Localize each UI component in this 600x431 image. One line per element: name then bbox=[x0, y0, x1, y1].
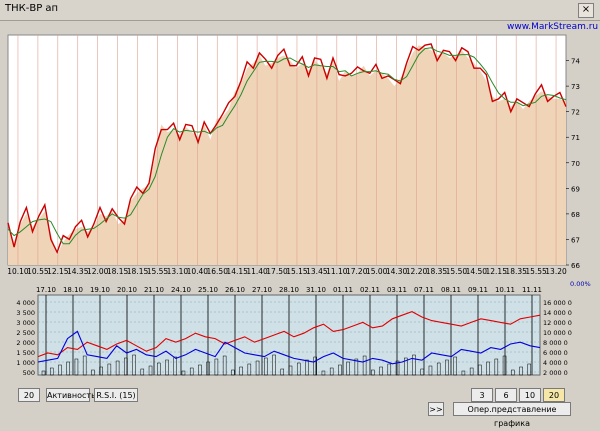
activity-button[interactable]: Активность bbox=[46, 388, 96, 402]
charts-svg: 74737271706968676610.1010.5512.1514.3512… bbox=[7, 34, 591, 377]
indicator-x-tick-label: 18.10 bbox=[63, 286, 83, 294]
indicator-x-tick-label: 28.10 bbox=[279, 286, 299, 294]
price-x-tick-label: 15.00 bbox=[366, 267, 388, 276]
price-x-tick-label: 15.55 bbox=[147, 267, 169, 276]
price-x-tick-label: 11.10 bbox=[326, 267, 348, 276]
price-y-tick-label: 70 bbox=[571, 160, 580, 168]
indicator-x-tick-label: 20.10 bbox=[117, 286, 137, 294]
price-x-tick-label: 13.45 bbox=[306, 267, 328, 276]
indicator-x-tick-label: 21.10 bbox=[144, 286, 164, 294]
price-x-tick-label: 18.35 bbox=[426, 267, 448, 276]
chart-window: ТНК-ВР ап × www.MarkStream.ru 74 73 72 71 70… bbox=[0, 0, 600, 428]
price-x-tick-label: 14.50 bbox=[466, 267, 488, 276]
price-x-tick-label: 18.15 bbox=[127, 267, 149, 276]
indicator-x-tick-label: 01.11 bbox=[333, 286, 353, 294]
rsi-button[interactable]: R.S.I. (15) bbox=[94, 388, 138, 402]
indicator-right-tick-label: 4 000 0 bbox=[543, 359, 568, 367]
price-y-tick-label: 68 bbox=[571, 211, 580, 219]
indicator-x-tick-label: 09.11 bbox=[468, 286, 488, 294]
indicator-right-tick-label: 2 000 0 bbox=[543, 369, 568, 377]
indicator-x-tick-label: 03.11 bbox=[387, 286, 407, 294]
scroll-forward-button[interactable]: >> bbox=[428, 402, 444, 416]
price-x-tick-label: 11.40 bbox=[246, 267, 268, 276]
price-x-tick-label: 16.50 bbox=[207, 267, 229, 276]
indicator-left-tick-label: 3 000 bbox=[16, 319, 35, 327]
price-x-tick-label: 13.20 bbox=[545, 267, 567, 276]
indicator-right-tick-label: 14 000 0 bbox=[543, 309, 572, 317]
price-x-tick-label: 14.15 bbox=[226, 267, 248, 276]
indicator-left-tick-label: 500 bbox=[23, 369, 35, 377]
price-y-tick-label: 66 bbox=[571, 262, 580, 270]
indicator-x-tick-label: 08.11 bbox=[441, 286, 461, 294]
indicator-x-tick-label: 17.10 bbox=[36, 286, 56, 294]
price-x-tick-label: 17.20 bbox=[346, 267, 368, 276]
period-field[interactable]: 20 bbox=[18, 388, 40, 402]
range-10-days-button[interactable]: 10 дн. bbox=[519, 388, 541, 414]
price-y-tick-label: 74 bbox=[571, 58, 580, 66]
indicator-x-tick-label: 25.10 bbox=[198, 286, 218, 294]
price-x-tick-label: 12.00 bbox=[87, 267, 109, 276]
price-x-tick-label: 18.15 bbox=[107, 267, 129, 276]
price-x-tick-label: 10.55 bbox=[27, 267, 49, 276]
price-y-tick-label: 69 bbox=[571, 185, 580, 193]
indicator-x-tick-label: 27.10 bbox=[252, 286, 272, 294]
indicator-left-tick-label: 1 000 bbox=[16, 359, 35, 367]
price-x-tick-label: 12.20 bbox=[406, 267, 428, 276]
price-x-tick-label: 10.40 bbox=[187, 267, 209, 276]
price-y-tick-label: 67 bbox=[571, 236, 580, 244]
operational-view-button[interactable]: Опер.представление графика bbox=[453, 402, 571, 428]
indicator-right-tick-label: 10 000 0 bbox=[543, 329, 572, 337]
indicator-x-tick-label: 10.11 bbox=[495, 286, 515, 294]
indicator-left-tick-label: 2 000 bbox=[16, 339, 35, 347]
indicator-left-tick-label: 2 500 bbox=[16, 329, 35, 337]
indicator-x-tick-label: 24.10 bbox=[171, 286, 191, 294]
price-x-tick-label: 18.35 bbox=[505, 267, 527, 276]
price-x-tick-label: 12.15 bbox=[486, 267, 508, 276]
range-3-days-button[interactable]: 3 дн. bbox=[471, 388, 493, 414]
indicator-x-tick-label: 07.11 bbox=[414, 286, 434, 294]
indicator-x-tick-label: 02.11 bbox=[360, 286, 380, 294]
price-y-tick-label: 72 bbox=[571, 109, 580, 117]
indicator-left-tick-label: 3 500 bbox=[16, 309, 35, 317]
price-x-tick-label: 10.10 bbox=[7, 267, 29, 276]
indicator-left-tick-label: 1 500 bbox=[16, 349, 35, 357]
price-x-tick-label: 14.35 bbox=[67, 267, 89, 276]
price-x-tick-label: 12.15 bbox=[47, 267, 69, 276]
price-y-tick-label: 71 bbox=[571, 134, 580, 142]
range-6-days-button[interactable]: 6 дн. bbox=[495, 388, 517, 414]
range-20-days-button[interactable]: 20 дн. bbox=[543, 388, 565, 414]
price-y-tick-label: 73 bbox=[571, 83, 580, 91]
price-x-tick-label: 15.55 bbox=[525, 267, 547, 276]
indicator-x-tick-label: 19.10 bbox=[90, 286, 110, 294]
percent-label: 0.00% bbox=[570, 280, 591, 288]
price-x-tick-label: 13.10 bbox=[167, 267, 189, 276]
indicator-right-tick-label: 12 000 0 bbox=[543, 319, 572, 327]
price-x-tick-label: 15.50 bbox=[446, 267, 468, 276]
indicator-x-tick-label: 31.10 bbox=[306, 286, 326, 294]
price-x-tick-label: 17.50 bbox=[266, 267, 288, 276]
indicator-left-tick-label: 4 000 bbox=[16, 299, 35, 307]
indicator-right-tick-label: 16 000 0 bbox=[543, 299, 572, 307]
indicator-x-tick-label: 26.10 bbox=[225, 286, 245, 294]
indicator-right-tick-label: 8 000 0 bbox=[543, 339, 568, 347]
indicator-x-tick-label: 11.11 bbox=[522, 286, 542, 294]
indicator-right-tick-label: 6 000 0 bbox=[543, 349, 568, 357]
price-x-tick-label: 15.15 bbox=[286, 267, 308, 276]
price-x-tick-label: 14.30 bbox=[386, 267, 408, 276]
